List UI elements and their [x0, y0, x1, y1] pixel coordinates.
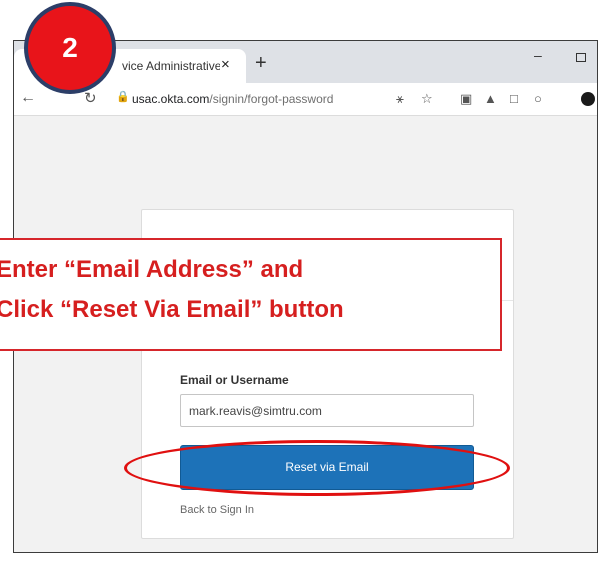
new-tab-icon[interactable]: +: [255, 53, 267, 73]
back-to-sign-in-link[interactable]: Back to Sign In: [180, 504, 254, 516]
cast-icon[interactable]: □: [510, 91, 518, 106]
drive-icon[interactable]: ▲: [484, 91, 497, 106]
opera-icon[interactable]: ○: [534, 91, 542, 106]
email-field[interactable]: [180, 394, 474, 427]
back-arrow-icon[interactable]: ←: [20, 89, 36, 107]
star-icon[interactable]: ☆: [421, 91, 433, 107]
email-field-label: Email or Username: [180, 373, 289, 387]
lock-icon[interactable]: 🔒: [116, 90, 130, 103]
instruction-callout: Enter “Email Address” and Click “Reset V…: [0, 238, 502, 351]
browser-toolbar: ← ↻ 🔒 usac.okta.com/signin/forgot-passwo…: [14, 83, 597, 116]
url-host: usac.okta.com: [132, 92, 210, 106]
profile-avatar[interactable]: [581, 92, 595, 106]
maximize-icon[interactable]: [576, 53, 586, 62]
minimize-icon[interactable]: –: [534, 47, 542, 63]
extension-icon[interactable]: ▣: [460, 91, 472, 107]
highlight-ellipse: [124, 440, 510, 496]
url-path: /signin/forgot-password: [209, 92, 334, 106]
tab-title: vice Administrative: [122, 59, 220, 73]
key-icon[interactable]: ⚹: [396, 91, 404, 107]
reload-icon[interactable]: ↻: [84, 89, 97, 107]
step-number-badge: 2: [24, 2, 116, 94]
tab-close-icon[interactable]: ×: [221, 56, 230, 73]
instruction-line-2: Click “Reset Via Email” button: [0, 296, 344, 323]
address-bar[interactable]: usac.okta.com/signin/forgot-password: [132, 92, 333, 106]
instruction-line-1: Enter “Email Address” and: [0, 256, 304, 283]
